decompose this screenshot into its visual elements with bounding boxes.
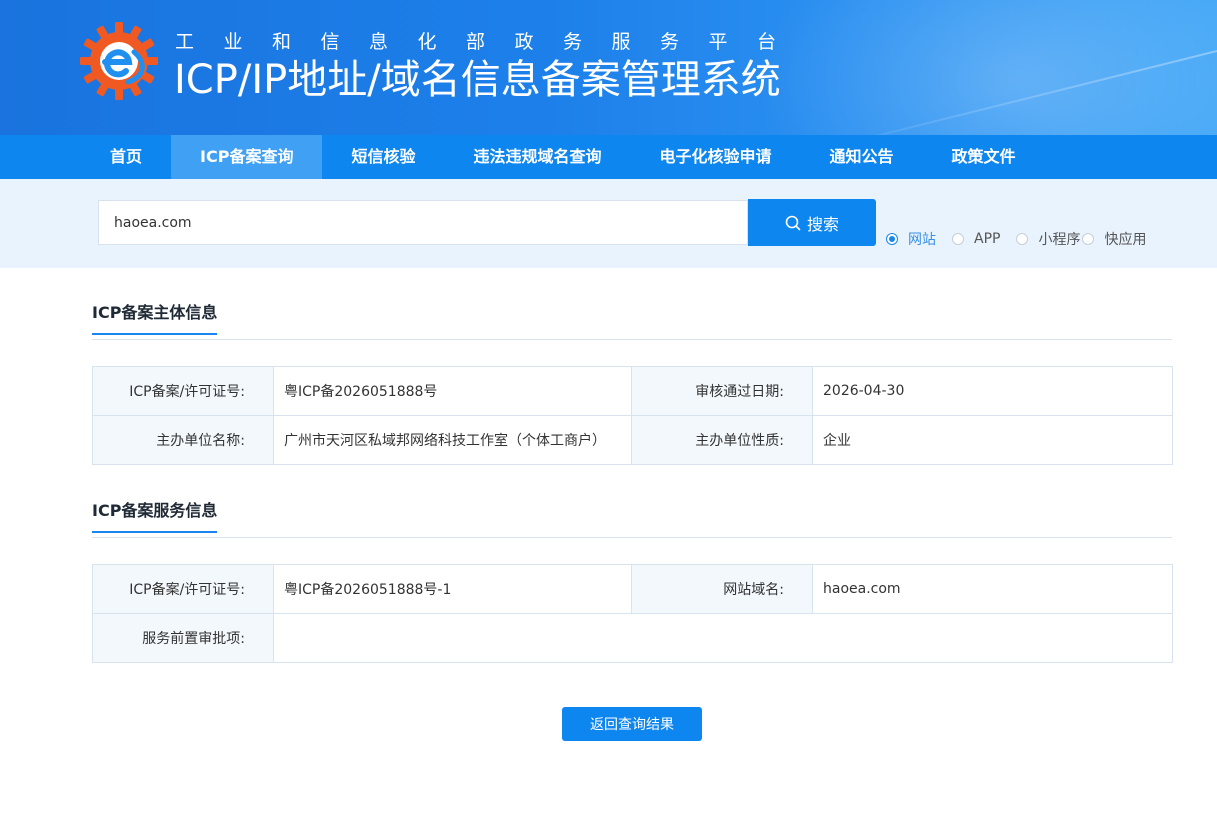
subject-info-title: ICP备案主体信息 bbox=[92, 299, 218, 335]
nav-illegal-domain-query[interactable]: 违法违规域名查询 bbox=[444, 135, 630, 179]
search-icon bbox=[785, 215, 801, 230]
nav-sms-verify[interactable]: 短信核验 bbox=[322, 135, 444, 179]
pre-approval-label: 服务前置审批项: bbox=[92, 613, 274, 663]
organizer-type-value: 企业 bbox=[812, 415, 1173, 465]
nav-policy-docs[interactable]: 政策文件 bbox=[923, 135, 1045, 179]
table-row: 主办单位名称: 广州市天河区私域邦网络科技工作室（个体工商户） 主办单位性质: … bbox=[92, 415, 1173, 465]
search-button-label: 搜索 bbox=[806, 214, 839, 234]
license-number-label: ICP备案/许可证号: bbox=[92, 366, 274, 416]
website-domain-value: haoea.com bbox=[812, 564, 1173, 614]
table-row: ICP备案/许可证号: 粤ICP备2026051888号 审核通过日期: 202… bbox=[92, 366, 1173, 416]
radio-label: 网站 bbox=[908, 232, 936, 248]
website-domain-label: 网站域名: bbox=[631, 564, 813, 614]
system-title: ICP/IP地址/域名信息备案管理系统 bbox=[174, 57, 781, 103]
radio-dot bbox=[1082, 233, 1095, 245]
nav-notices[interactable]: 通知公告 bbox=[801, 135, 923, 179]
ministry-logo-icon[interactable] bbox=[80, 22, 158, 100]
radio-mini-program[interactable]: 小程序 bbox=[1016, 229, 1080, 249]
radio-label: APP bbox=[974, 231, 1001, 247]
radio-dot bbox=[886, 233, 898, 245]
pre-approval-value bbox=[273, 613, 1173, 663]
service-info-title: ICP备案服务信息 bbox=[92, 497, 218, 533]
back-to-results-button[interactable]: 返回查询结果 bbox=[562, 707, 702, 741]
nav-home[interactable]: 首页 bbox=[81, 135, 171, 179]
nav-electronic-verify[interactable]: 电子化核验申请 bbox=[630, 135, 800, 179]
service-info-table: ICP备案/许可证号: 粤ICP备2026051888号-1 网站域名: hao… bbox=[92, 564, 1173, 663]
service-license-value: 粤ICP备2026051888号-1 bbox=[273, 564, 632, 614]
service-info-header: ICP备案服务信息 bbox=[92, 497, 1172, 538]
table-row: ICP备案/许可证号: 粤ICP备2026051888号-1 网站域名: hao… bbox=[92, 564, 1173, 614]
platform-subtitle: 工业和信息化部政务服务平台 bbox=[175, 31, 806, 53]
organizer-name-value: 广州市天河区私域邦网络科技工作室（个体工商户） bbox=[273, 415, 632, 465]
radio-website[interactable]: 网站 bbox=[886, 229, 936, 249]
organizer-type-label: 主办单位性质: bbox=[631, 415, 813, 465]
subject-info-table: ICP备案/许可证号: 粤ICP备2026051888号 审核通过日期: 202… bbox=[92, 366, 1173, 465]
search-input[interactable] bbox=[98, 200, 748, 245]
header-banner: 工业和信息化部政务服务平台 ICP/IP地址/域名信息备案管理系统 bbox=[0, 0, 1217, 135]
service-license-label: ICP备案/许可证号: bbox=[92, 564, 274, 614]
search-band: 搜索 网站 APP 小程序 快应用 bbox=[0, 179, 1217, 268]
approval-date-label: 审核通过日期: bbox=[631, 366, 813, 416]
approval-date-value: 2026-04-30 bbox=[812, 366, 1173, 416]
radio-label: 小程序 bbox=[1038, 232, 1081, 248]
radio-quick-app[interactable]: 快应用 bbox=[1082, 229, 1146, 249]
search-button[interactable]: 搜索 bbox=[748, 199, 876, 246]
main-nav: 首页 ICP备案查询 短信核验 违法违规域名查询 电子化核验申请 通知公告 政策… bbox=[0, 135, 1217, 179]
radio-dot bbox=[952, 233, 964, 245]
table-row: 服务前置审批项: bbox=[92, 613, 1173, 663]
search-type-group: 网站 APP 小程序 快应用 bbox=[886, 229, 1146, 249]
license-number-value: 粤ICP备2026051888号 bbox=[273, 366, 632, 416]
radio-dot bbox=[1016, 233, 1029, 245]
radio-app[interactable]: APP bbox=[952, 231, 1000, 247]
radio-label: 快应用 bbox=[1104, 232, 1147, 248]
nav-icp-query[interactable]: ICP备案查询 bbox=[171, 135, 323, 179]
organizer-name-label: 主办单位名称: bbox=[92, 415, 274, 465]
subject-info-header: ICP备案主体信息 bbox=[92, 299, 1172, 340]
